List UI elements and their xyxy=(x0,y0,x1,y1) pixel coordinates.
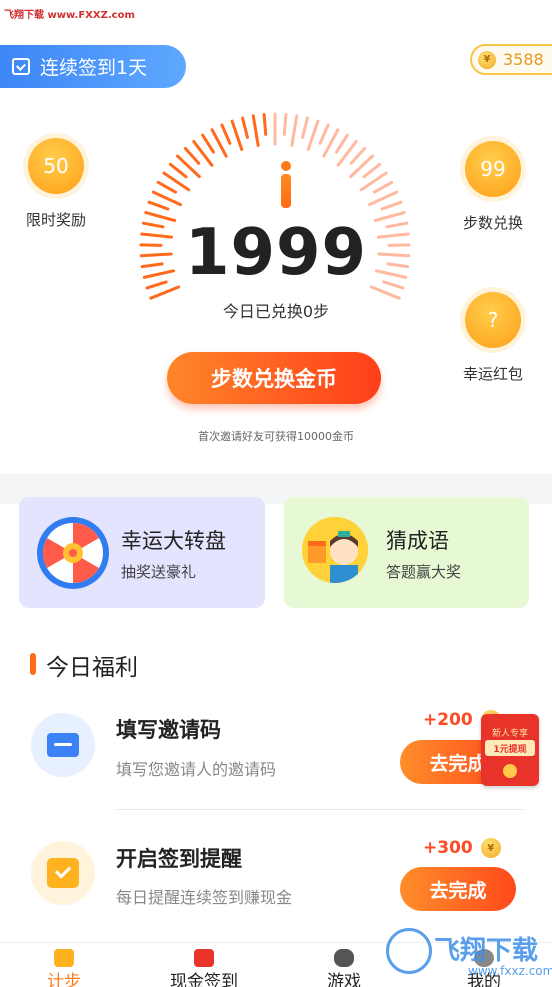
gauge-tick xyxy=(282,112,288,136)
step-bubble-value: 99 xyxy=(465,141,521,197)
watermark-bottom: 飞翔下载 www.fxxz.com xyxy=(384,926,552,982)
gauge-tick xyxy=(262,112,268,136)
idiom-character-icon xyxy=(302,517,368,583)
envelope-line1: 新人专享 xyxy=(491,729,528,739)
task-title: 填写邀请码 xyxy=(116,718,221,742)
step-count: 1999 xyxy=(184,216,368,290)
task-desc: 每日提醒连续签到赚现金 xyxy=(116,888,293,907)
invite-ticket-icon xyxy=(31,713,95,777)
task-reward: +300 ¥ xyxy=(423,838,501,858)
gauge-tick xyxy=(156,180,178,194)
watermark-site: www.fxxz.com xyxy=(468,964,552,978)
lucky-wheel-subtitle: 抽奖送豪礼 xyxy=(121,563,197,581)
watermark-top: 飞翔下载 www.FXXZ.com xyxy=(4,10,135,21)
guess-idiom-title: 猜成语 xyxy=(386,529,449,553)
gamepad-tab-icon xyxy=(334,949,354,967)
coin-icon: ¥ xyxy=(480,838,501,858)
invite-tip: 首次邀请好友可获得10000金币 xyxy=(198,430,354,443)
gauge-tick xyxy=(380,200,403,211)
step-bubble: 99 xyxy=(460,136,526,202)
tab-label: 游戏 xyxy=(327,972,361,987)
calendar-check-icon xyxy=(12,58,30,75)
walking-person-icon xyxy=(279,161,293,209)
lucky-wheel-title: 幸运大转盘 xyxy=(121,529,226,553)
gauge-tick xyxy=(368,190,399,207)
gauge-tick xyxy=(349,146,367,165)
watermark-logo-icon xyxy=(386,928,432,974)
envelope-line2: 1元提现 xyxy=(485,740,535,756)
task-reward-value: +200 xyxy=(423,710,473,730)
watermark-brand: 飞翔下载 xyxy=(434,936,539,966)
coin-balance-value: 3588 xyxy=(503,50,544,69)
checkin-streak-label: 连续签到1天 xyxy=(40,57,148,79)
gauge-tick xyxy=(362,162,382,179)
gauge-tick xyxy=(301,116,309,139)
gauge-tick xyxy=(241,116,249,139)
tab-pedometer[interactable]: 计步 xyxy=(14,943,114,987)
gauge-tick xyxy=(335,133,349,154)
guess-idiom-subtitle: 答题赢大奖 xyxy=(386,563,462,581)
gauge-tick xyxy=(151,190,182,207)
gauge-tick xyxy=(147,200,170,211)
gauge-tick xyxy=(220,123,232,145)
gauge-tick xyxy=(372,180,394,194)
pedometer-tab-icon xyxy=(54,949,74,967)
exchanged-steps-text: 今日已兑换0步 xyxy=(222,302,330,321)
task-divider xyxy=(116,809,524,810)
tab-games[interactable]: 游戏 xyxy=(294,943,394,987)
reward-bubble: 50 xyxy=(23,133,89,199)
task-title: 开启签到提醒 xyxy=(116,847,242,871)
calendar-reminder-icon xyxy=(31,841,95,905)
tab-label: 现金签到 xyxy=(170,972,238,987)
gauge-tick xyxy=(318,123,330,145)
guess-idiom-card[interactable]: 猜成语 答题赢大奖 xyxy=(284,497,529,608)
gauge-tick xyxy=(251,114,260,147)
newbie-red-envelope[interactable]: 新人专享 1元提现 xyxy=(481,714,539,786)
gauge-tick xyxy=(183,146,201,165)
gauge-tick xyxy=(290,114,299,147)
section-title-marker xyxy=(30,653,36,675)
prize-wheel-icon xyxy=(37,517,109,589)
gauge-tick xyxy=(306,119,320,151)
red-packet-tab-icon xyxy=(194,949,214,967)
gauge-tick xyxy=(168,162,188,179)
coin-icon: ¥ xyxy=(478,50,496,69)
tab-label: 计步 xyxy=(47,972,81,987)
task-desc: 填写您邀请人的邀请码 xyxy=(116,760,277,779)
lucky-wheel-card[interactable]: 幸运大转盘 抽奖送豪礼 xyxy=(19,497,265,608)
task-reward-value: +300 xyxy=(423,838,473,858)
task-complete-button[interactable]: 去完成 xyxy=(400,867,516,911)
gauge-tick xyxy=(230,119,244,151)
checkin-streak-button[interactable]: 连续签到1天 xyxy=(0,45,186,88)
envelope-seal-icon xyxy=(503,764,517,778)
gauge-tick xyxy=(201,133,215,154)
section-title: 今日福利 xyxy=(46,655,138,681)
lucky-redpacket-label: 幸运红包 xyxy=(462,365,523,383)
tab-cash-checkin[interactable]: 现金签到 xyxy=(154,943,254,987)
reward-bubble-value: 50 xyxy=(28,138,84,194)
coin-balance[interactable]: ¥ 3588 xyxy=(470,44,552,75)
exchange-coins-button[interactable]: 步数兑换金币 xyxy=(167,352,381,404)
